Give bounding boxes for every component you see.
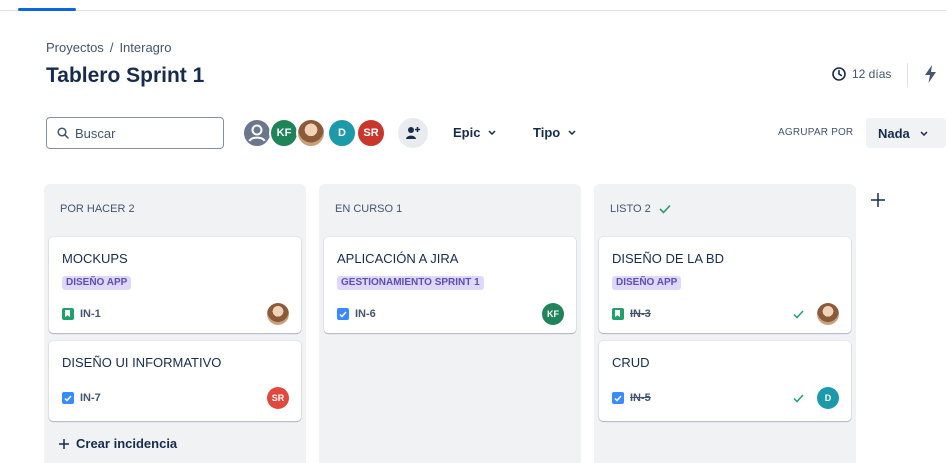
epic-tag[interactable]: DISEÑO APP xyxy=(62,276,132,290)
chevron-down-icon xyxy=(920,130,928,136)
breadcrumb-board[interactable]: Interagro xyxy=(119,40,171,55)
column-in-progress: EN CURSO 1 APLICACIÓN A JIRA GESTIONAMIE… xyxy=(319,184,581,463)
create-issue-label: Crear incidencia xyxy=(76,436,178,451)
top-divider xyxy=(0,10,946,11)
issue-key-label: IN-7 xyxy=(80,392,101,404)
column-header: POR HACER 2 xyxy=(60,203,135,215)
column-done: LISTO 2 DISEÑO DE LA BD DISEÑO APP IN-3 … xyxy=(594,184,856,463)
breadcrumb-projects[interactable]: Proyectos xyxy=(46,40,104,55)
search-box[interactable] xyxy=(46,117,224,149)
epic-tag[interactable]: GESTIONAMIENTO SPRINT 1 xyxy=(337,276,484,290)
epic-tag[interactable]: DISEÑO APP xyxy=(612,276,682,290)
avatar-kf[interactable]: KF xyxy=(269,118,299,148)
group-by-value: Nada xyxy=(878,125,910,141)
issue-card[interactable]: MOCKUPS DISEÑO APP IN-1 xyxy=(49,237,301,333)
group-by-label: AGRUPAR POR xyxy=(778,127,854,138)
create-issue-button[interactable]: Crear incidencia xyxy=(58,436,177,451)
add-column-button[interactable] xyxy=(863,185,893,215)
issue-key-label: IN-5 xyxy=(630,392,651,404)
issue-card[interactable]: CRUD IN-5 D xyxy=(599,341,851,421)
add-people-button[interactable] xyxy=(398,118,428,148)
clock-icon xyxy=(832,67,846,81)
page-title: Tablero Sprint 1 xyxy=(46,64,205,87)
plus-icon xyxy=(871,193,885,207)
active-nav-indicator xyxy=(18,8,76,11)
issue-key-label: IN-1 xyxy=(80,308,101,320)
issue-key[interactable]: IN-5 xyxy=(612,392,651,404)
issue-key[interactable]: IN-7 xyxy=(62,392,101,404)
issue-key[interactable]: IN-3 xyxy=(612,308,651,320)
add-user-icon xyxy=(406,127,420,139)
assignee-avatar[interactable] xyxy=(267,303,289,325)
column-title: LISTO 2 xyxy=(610,203,651,215)
card-title: MOCKUPS xyxy=(62,251,128,266)
group-by-select[interactable]: Nada xyxy=(866,118,946,148)
task-icon xyxy=(62,392,74,404)
assignee-avatar[interactable] xyxy=(817,303,839,325)
epic-filter-label: Epic xyxy=(453,125,481,140)
card-title: CRUD xyxy=(612,355,650,370)
search-input[interactable] xyxy=(75,125,215,141)
header-divider xyxy=(907,63,908,87)
issue-key-label: IN-6 xyxy=(355,308,376,320)
issue-key[interactable]: IN-6 xyxy=(337,308,376,320)
epic-filter-button[interactable]: Epic xyxy=(453,125,496,140)
plus-icon xyxy=(59,438,69,449)
column-header: EN CURSO 1 xyxy=(335,203,402,215)
check-icon xyxy=(793,310,804,319)
issue-card[interactable]: DISEÑO DE LA BD DISEÑO APP IN-3 xyxy=(599,237,851,333)
card-title: DISEÑO DE LA BD xyxy=(612,251,724,266)
task-icon xyxy=(337,308,349,320)
days-label: 12 días xyxy=(852,67,892,81)
user-icon xyxy=(248,124,266,142)
column-todo: POR HACER 2 MOCKUPS DISEÑO APP IN-1 DISE… xyxy=(44,184,306,463)
tipo-filter-button[interactable]: Tipo xyxy=(533,125,576,140)
issue-key-label: IN-3 xyxy=(630,308,651,320)
column-title: POR HACER 2 xyxy=(60,203,135,215)
chevron-down-icon xyxy=(488,130,496,135)
story-icon xyxy=(612,308,624,320)
assignee-avatar-kf[interactable]: KF xyxy=(542,303,564,325)
avatar-generic-user[interactable] xyxy=(242,118,272,148)
lightning-icon[interactable] xyxy=(922,64,940,84)
chevron-down-icon xyxy=(568,130,576,135)
task-icon xyxy=(612,392,624,404)
issue-card[interactable]: APLICACIÓN A JIRA GESTIONAMIENTO SPRINT … xyxy=(324,237,576,333)
check-icon xyxy=(793,394,804,403)
avatar-photo[interactable] xyxy=(296,118,326,148)
assignee-avatar-d[interactable]: D xyxy=(817,387,839,409)
assignee-avatar-sr[interactable]: SR xyxy=(267,387,289,409)
story-icon xyxy=(62,308,74,320)
card-title: DISEÑO UI INFORMATIVO xyxy=(62,355,222,370)
column-header: LISTO 2 xyxy=(610,203,671,215)
issue-key[interactable]: IN-1 xyxy=(62,308,101,320)
issue-card[interactable]: DISEÑO UI INFORMATIVO IN-7 SR xyxy=(49,341,301,421)
breadcrumb: Proyectos / Interagro xyxy=(46,40,171,55)
search-icon xyxy=(57,127,69,139)
avatar-d[interactable]: D xyxy=(327,118,357,148)
breadcrumb-separator: / xyxy=(109,40,114,55)
tipo-filter-label: Tipo xyxy=(533,125,561,140)
check-icon xyxy=(659,204,671,214)
card-title: APLICACIÓN A JIRA xyxy=(337,251,459,266)
avatar-sr[interactable]: SR xyxy=(356,118,386,148)
column-title: EN CURSO 1 xyxy=(335,203,403,215)
sprint-days-remaining[interactable]: 12 días xyxy=(832,67,891,81)
